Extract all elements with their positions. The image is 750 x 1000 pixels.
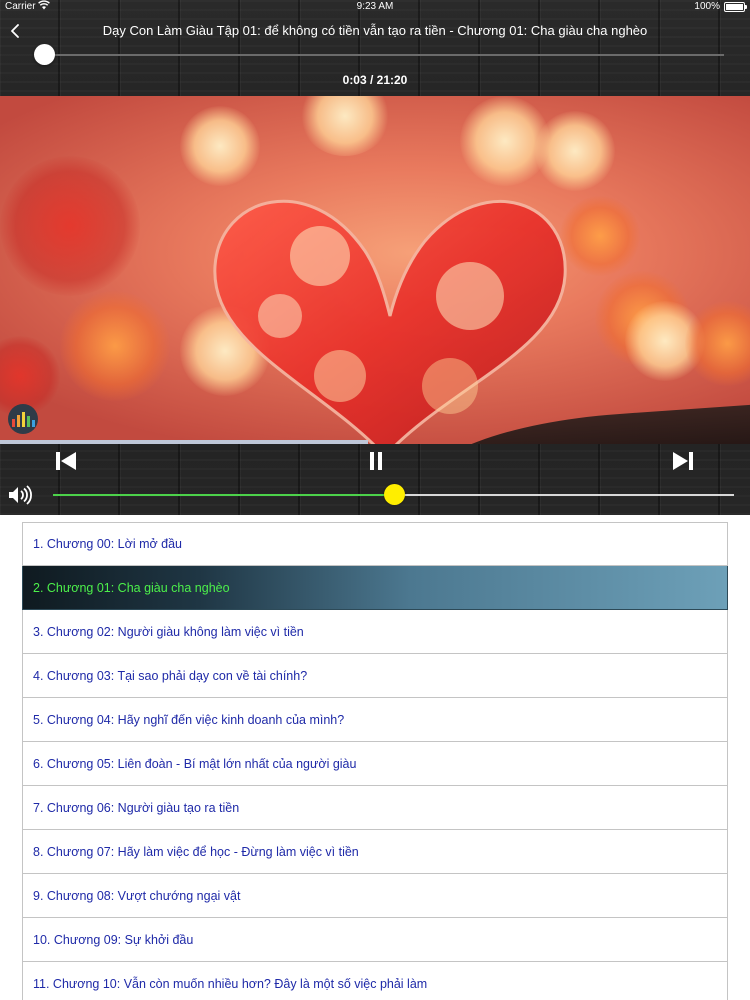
bokeh-light	[60, 291, 170, 401]
player-panel: Carrier 9:23 AM 100% Dạy Con Làm Giàu Tậ…	[0, 0, 750, 515]
chapter-row[interactable]: 9. Chương 08: Vượt chướng ngại vật	[22, 874, 728, 918]
seek-thumb[interactable]	[34, 44, 55, 65]
time-readout: 0:03 / 21:20	[342, 73, 408, 87]
chapter-list: 1. Chương 00: Lời mở đầu 2. Chương 01: Ch…	[22, 522, 728, 1000]
chapter-row[interactable]: 11. Chương 10: Vẫn còn muốn nhiều hơn? Đ…	[22, 962, 728, 1000]
pause-button[interactable]	[365, 450, 387, 472]
bokeh-light	[300, 96, 390, 156]
bokeh-light	[0, 336, 60, 416]
previous-button[interactable]	[54, 450, 78, 472]
status-time: 9:23 AM	[356, 1, 394, 12]
chapter-row[interactable]: 4. Chương 03: Tại sao phải dạy con về tà…	[22, 654, 728, 698]
chapter-row[interactable]: 1. Chương 00: Lời mở đầu	[22, 522, 728, 566]
chapter-row[interactable]: 5. Chương 04: Hãy nghĩ đến việc kinh doa…	[22, 698, 728, 742]
chapter-row[interactable]: 2. Chương 01: Cha giàu cha nghèo	[22, 566, 728, 610]
back-button[interactable]	[4, 20, 26, 42]
artwork-progress-bar	[0, 440, 368, 444]
pause-icon	[370, 452, 382, 470]
volume-knob[interactable]	[384, 484, 405, 505]
volume-button[interactable]	[7, 484, 35, 506]
chapter-row[interactable]: 3. Chương 02: Người giàu không làm việc …	[22, 610, 728, 654]
album-artwork	[0, 96, 750, 444]
volume-level	[53, 494, 394, 496]
chapter-row[interactable]: 10. Chương 09: Sự khởi đầu	[22, 918, 728, 962]
skip-previous-icon	[56, 452, 76, 470]
skip-next-icon	[673, 452, 693, 470]
battery-icon	[724, 2, 747, 12]
bokeh-light	[0, 156, 140, 296]
chapter-row[interactable]: 6. Chương 05: Liên đoàn - Bí mật lớn nhấ…	[22, 742, 728, 786]
track-title: Dạy Con Làm Giàu Tập 01: để không có tiề…	[102, 23, 648, 38]
chapter-row[interactable]: 7. Chương 06: Người giàu tạo ra tiền	[22, 786, 728, 830]
battery-percent: 100%	[694, 1, 720, 12]
heart-illustration	[213, 199, 567, 444]
chapter-row[interactable]: 8. Chương 07: Hãy làm việc để học - Đừng…	[22, 830, 728, 874]
status-bar: Carrier 9:23 AM 100%	[0, 0, 750, 14]
equalizer-icon[interactable]	[8, 404, 38, 434]
volume-slider[interactable]	[53, 484, 734, 505]
next-button[interactable]	[671, 450, 695, 472]
chevron-left-icon	[11, 24, 19, 38]
seek-slider[interactable]	[34, 44, 724, 65]
speaker-icon	[9, 485, 32, 505]
